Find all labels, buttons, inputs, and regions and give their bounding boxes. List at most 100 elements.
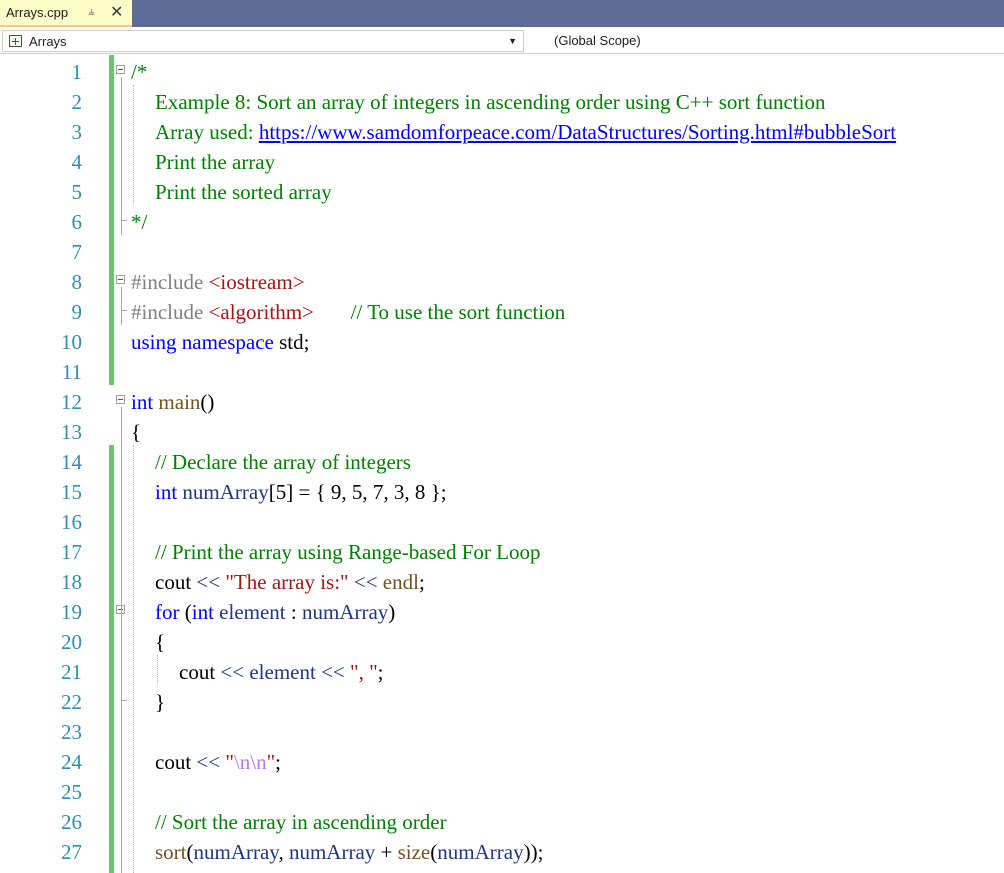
tab-title: Arrays.cpp (6, 5, 69, 20)
code-line[interactable]: 17 // Print the array using Range-based F… (0, 535, 1004, 565)
identifier: numArray (193, 840, 279, 864)
change-indicator-bar (109, 805, 114, 835)
line-number: 19 (61, 600, 82, 624)
line-number: 25 (61, 780, 82, 804)
string-literal: <iostream> (208, 270, 305, 294)
change-indicator-bar (109, 85, 114, 115)
line-number: 7 (71, 240, 83, 264)
line-number: 11 (61, 360, 82, 384)
navigation-bar: Arrays ▼ (Global Scope) (0, 29, 1004, 54)
change-indicator-bar (109, 265, 114, 295)
change-indicator-bar (109, 205, 114, 235)
scope-dropdown[interactable]: (Global Scope) (527, 30, 1002, 52)
change-indicator-bar (109, 775, 114, 805)
code-text: int main() (131, 390, 214, 415)
keyword: for (155, 600, 185, 624)
code-line[interactable]: 2 Example 8: Sort an array of integers in… (0, 85, 1004, 115)
identifier: numArray (182, 480, 269, 504)
close-icon[interactable]: ✕ (110, 2, 123, 22)
function-name: size (397, 840, 431, 864)
chevron-down-icon[interactable]: ▼ (508, 36, 517, 46)
document-tab-bar: Arrays.cpp ⫨ ✕ (0, 0, 1004, 27)
code-line[interactable]: 11 (0, 355, 1004, 385)
code-line[interactable]: 12 int main() (0, 385, 1004, 415)
change-indicator-bar (109, 625, 114, 655)
code-line[interactable]: 21 cout << element << ", "; (0, 655, 1004, 685)
code-line[interactable]: 15 int numArray[5] = { 9, 5, 7, 3, 8 }; (0, 475, 1004, 505)
identifier: element (219, 600, 286, 624)
project-icon (9, 35, 22, 47)
code-text: { (155, 630, 165, 655)
code-line[interactable]: 1 /* (0, 55, 1004, 85)
code-text: Print the array (155, 150, 275, 175)
function-name: main (158, 390, 201, 414)
url-link[interactable]: https://www.samdomforpeace.com/DataStruc… (259, 120, 896, 144)
code-line[interactable]: 27 sort(numArray, numArray + size(numArra… (0, 835, 1004, 865)
code-text: cout (155, 570, 197, 594)
code-line[interactable]: 26 // Sort the array in ascending order (0, 805, 1004, 835)
line-number: 5 (71, 180, 83, 204)
comment: // Print the array using Range-based For… (155, 540, 541, 564)
pin-icon[interactable]: ⫨ (88, 4, 95, 19)
indent-guide (133, 85, 134, 205)
code-line[interactable]: 4 Print the array (0, 145, 1004, 175)
code-line[interactable]: 14 // Declare the array of integers (0, 445, 1004, 475)
code-line[interactable]: 8 #include <iostream> (0, 265, 1004, 295)
code-text: } (155, 690, 165, 715)
code-line[interactable]: 9 #include <algorithm> // To use the sort… (0, 295, 1004, 325)
code-line[interactable]: 23 (0, 715, 1004, 745)
change-indicator-bar (109, 835, 114, 865)
code-line[interactable]: 25 (0, 775, 1004, 805)
change-indicator-bar (109, 295, 114, 325)
line-number: 12 (61, 390, 82, 414)
code-line[interactable]: 20 { (0, 625, 1004, 655)
tab-arrays-cpp[interactable]: Arrays.cpp ⫨ ✕ (0, 0, 132, 27)
code-line[interactable]: 16 (0, 505, 1004, 535)
keyword: int (191, 600, 220, 624)
code-text: // Sort the array in ascending order (155, 810, 447, 835)
keyword: int (155, 480, 183, 504)
code-line[interactable]: 22} (0, 685, 1004, 715)
collapse-icon[interactable] (116, 65, 125, 74)
code-text: ; (377, 660, 384, 684)
line-number: 15 (61, 480, 82, 504)
escape-sequence: \n\n (233, 750, 267, 774)
code-editor[interactable]: 1 /* 2 Example 8: Sort an array of integers… (0, 55, 1004, 873)
code-text: ( (186, 840, 194, 864)
code-line[interactable]: 10 using namespace std; (0, 325, 1004, 355)
change-indicator-bar (109, 475, 114, 505)
code-line[interactable]: 3 Array used: https://www.samdomforpeace.… (0, 115, 1004, 145)
code-text: using namespace std; (131, 330, 309, 355)
change-indicator-bar (109, 145, 114, 175)
collapse-icon[interactable] (116, 275, 125, 284)
change-indicator-bar (109, 745, 114, 775)
keyword: using namespace (131, 330, 280, 354)
scope-name: (Global Scope) (554, 33, 641, 48)
code-text: )); (523, 840, 544, 864)
line-number: 1 (71, 60, 83, 84)
code-line[interactable]: 7 (0, 235, 1004, 265)
change-indicator-bar (109, 685, 114, 715)
code-text: sort(numArray, numArray + size(numArray)… (155, 840, 543, 865)
code-line[interactable]: 18 cout << "The array is:" << endl; (0, 565, 1004, 595)
line-number: 22 (61, 690, 82, 714)
string-literal: "The array is:" (225, 570, 349, 594)
code-line[interactable]: 24 cout << "\n\n"; (0, 745, 1004, 775)
code-line[interactable]: 19 for (int element : numArray) (0, 595, 1004, 625)
code-text: #include <algorithm> // To use the sort … (131, 300, 565, 325)
code-line[interactable]: 5 Print the sorted array (0, 175, 1004, 205)
comment: // To use the sort function (350, 300, 566, 324)
outline-guide (121, 77, 122, 235)
code-text: cout (179, 660, 221, 684)
line-number: 6 (71, 210, 83, 234)
code-line[interactable]: 13 { (0, 415, 1004, 445)
identifier: << (196, 750, 221, 774)
code-text: #include <iostream> (131, 270, 305, 295)
code-line[interactable]: 6 */ (0, 205, 1004, 235)
code-line[interactable]: 28 (0, 865, 1004, 873)
line-number: 27 (61, 840, 82, 864)
identifier: element (249, 660, 316, 684)
collapse-icon[interactable] (116, 395, 125, 404)
code-text: , (278, 840, 289, 864)
project-dropdown[interactable]: Arrays ▼ (2, 30, 524, 52)
